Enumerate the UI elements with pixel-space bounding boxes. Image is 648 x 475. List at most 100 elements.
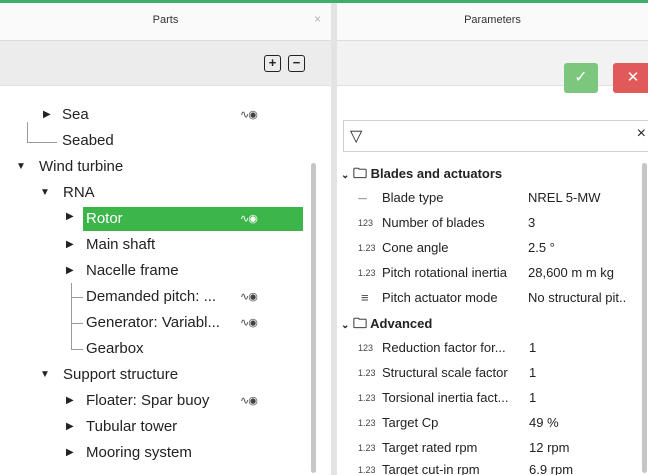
expand-arrow-icon[interactable]: ▶: [66, 259, 74, 283]
param-label: Structural scale factor: [382, 365, 508, 380]
decimal-type-icon: 1.23: [358, 418, 376, 428]
param-value[interactable]: 1: [529, 361, 536, 385]
parameters-tab[interactable]: Parameters: [337, 3, 648, 41]
tree-item-label: Main shaft: [86, 236, 156, 253]
expand-arrow-icon[interactable]: ▶: [66, 415, 74, 439]
parameters-scrollbar[interactable]: [642, 163, 647, 473]
decimal-type-icon: 1.23: [358, 443, 376, 453]
group-advanced[interactable]: ⌄ 🗀 Advanced: [341, 311, 432, 335]
wave-icon: ∿◉: [240, 317, 258, 329]
param-value[interactable]: 1: [529, 386, 536, 410]
group-label: Advanced: [370, 316, 433, 331]
param-value[interactable]: 6.9 rpm: [529, 458, 573, 475]
tree-item-label: Rotor: [86, 210, 123, 227]
add-part-button[interactable]: +: [264, 55, 281, 72]
param-row[interactable]: 1.23 Target cut-in rpm 6.9 rpm: [337, 458, 648, 475]
collapse-icon[interactable]: ⌄: [341, 170, 349, 181]
tree-item-label: Tubular tower: [86, 418, 178, 435]
collapse-arrow-icon[interactable]: ▼: [16, 155, 26, 179]
decimal-type-icon: 1.23: [358, 368, 376, 378]
cancel-button[interactable]: ✕: [613, 63, 648, 93]
expand-arrow-icon[interactable]: ▶: [66, 441, 74, 465]
tree-item-sea[interactable]: ▶ Sea ∿◉: [40, 103, 280, 127]
tree-item-generator[interactable]: Generator: Variabl... ∿◉: [86, 311, 286, 335]
wave-icon: ∿◉: [240, 395, 258, 407]
param-label: Number of blades: [382, 215, 485, 230]
expand-arrow-icon[interactable]: ▶: [66, 211, 74, 222]
folder-icon: 🗀: [353, 165, 368, 181]
param-row[interactable]: 1.23 Structural scale factor 1: [337, 361, 648, 385]
decimal-type-icon: 1.23: [358, 465, 376, 475]
filter-input[interactable]: ▽ ×: [343, 120, 648, 152]
param-value[interactable]: 1: [529, 336, 536, 360]
param-value[interactable]: 2.5 °: [528, 236, 555, 260]
param-value[interactable]: 28,600 m m kg: [528, 261, 614, 285]
parts-panel: Parts × + − ▶ Sea ∿◉ Seabed ▼ Wind turbi…: [0, 3, 331, 475]
integer-type-icon: 123: [358, 343, 374, 353]
collapse-icon[interactable]: ⌄: [341, 320, 349, 331]
text-type-icon: —: [358, 193, 367, 203]
tree-item-label: Nacelle frame: [86, 262, 179, 279]
param-row[interactable]: 1.23 Cone angle 2.5 °: [337, 236, 648, 260]
param-value[interactable]: No structural pit..: [528, 286, 626, 310]
param-row[interactable]: 123 Reduction factor for... 1: [337, 336, 648, 360]
param-label: Target Cp: [382, 415, 439, 430]
collapse-arrow-icon[interactable]: ▼: [40, 181, 50, 205]
collapse-arrow-icon[interactable]: ▼: [40, 363, 50, 387]
tree-item-label: Mooring system: [86, 444, 192, 461]
wave-icon: ∿◉: [240, 213, 258, 225]
param-label: Torsional inertia fact...: [382, 390, 509, 405]
param-row[interactable]: 1.23 Target rated rpm 12 rpm: [337, 436, 648, 460]
parts-scrollbar[interactable]: [311, 163, 316, 473]
param-value[interactable]: 49 %: [529, 411, 559, 435]
param-value[interactable]: NREL 5-MW: [528, 186, 600, 210]
parameters-title: Parameters: [464, 14, 521, 26]
tree-connector: [71, 349, 83, 350]
parts-tab[interactable]: Parts ×: [0, 3, 331, 41]
expand-arrow-icon[interactable]: ▶: [66, 389, 74, 413]
parts-close-icon[interactable]: ×: [314, 12, 321, 26]
list-type-icon: ≡: [361, 290, 369, 305]
param-value[interactable]: 3: [528, 211, 535, 235]
tree-item-label: RNA: [63, 184, 95, 201]
parts-toolbar: + −: [0, 41, 331, 86]
expand-arrow-icon[interactable]: ▶: [66, 233, 74, 257]
param-row[interactable]: 123 Number of blades 3: [337, 211, 648, 235]
clear-filter-icon[interactable]: ×: [637, 125, 646, 143]
group-label: Blades and actuators: [370, 166, 503, 181]
param-label: Pitch rotational inertia: [382, 265, 508, 280]
parts-title: Parts: [152, 14, 179, 26]
tree-connector: [71, 323, 83, 324]
tree-item-label: Demanded pitch: ...: [86, 288, 217, 305]
tree-connector: [71, 297, 83, 298]
tree-item-gearbox[interactable]: Gearbox: [86, 337, 144, 361]
tree-item-demanded-pitch[interactable]: Demanded pitch: ... ∿◉: [86, 285, 286, 309]
tree-connector: [71, 283, 72, 349]
param-row[interactable]: 1.23 Target Cp 49 %: [337, 411, 648, 435]
param-label: Blade type: [382, 190, 444, 205]
tree-connector: [27, 122, 28, 142]
remove-part-button[interactable]: −: [288, 55, 305, 72]
tree-item-seabed[interactable]: Seabed: [62, 129, 114, 153]
param-label: Target rated rpm: [382, 440, 478, 455]
param-value[interactable]: 12 rpm: [529, 436, 569, 460]
confirm-button[interactable]: ✓: [564, 63, 598, 93]
tree-item-label: Support structure: [63, 366, 179, 383]
param-row[interactable]: 1.23 Pitch rotational inertia 28,600 m m…: [337, 261, 648, 285]
expand-arrow-icon[interactable]: ▶: [43, 103, 51, 127]
tree-item-label: Sea: [62, 106, 89, 123]
folder-icon: 🗀: [353, 315, 368, 331]
wave-icon: ∿◉: [240, 291, 258, 303]
tree-item-label: Wind turbine: [39, 158, 124, 175]
param-row[interactable]: 1.23 Torsional inertia fact... 1: [337, 386, 648, 410]
param-label: Target cut-in rpm: [382, 462, 480, 475]
group-blades-and-actuators[interactable]: ⌄ 🗀 Blades and actuators: [341, 161, 502, 185]
param-row[interactable]: ≡ Pitch actuator mode No structural pit.…: [337, 286, 648, 310]
tree-item-rotor[interactable]: Rotor ∿◉: [83, 207, 303, 231]
parameters-toolbar: [337, 41, 648, 86]
param-row[interactable]: — Blade type NREL 5-MW: [337, 186, 648, 210]
tree-item-label: Gearbox: [86, 340, 144, 357]
tree-item-floater[interactable]: ▶ Floater: Spar buoy ∿◉: [66, 389, 276, 413]
param-label: Reduction factor for...: [382, 340, 506, 355]
param-label: Cone angle: [382, 240, 449, 255]
